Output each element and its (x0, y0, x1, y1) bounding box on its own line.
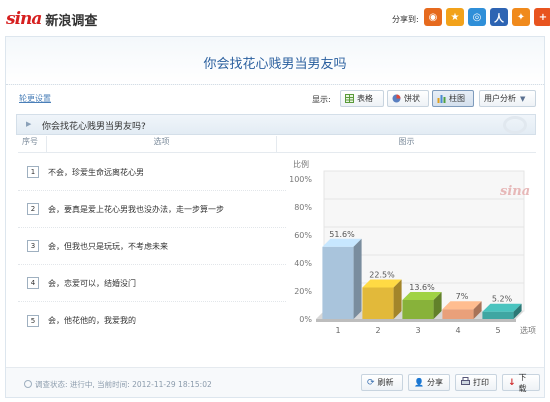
watermark-decoration (503, 116, 527, 134)
bar-value-label: 51.6% (329, 230, 355, 239)
title-band: 你会找花心贱男当男友吗 (6, 37, 544, 85)
download-button[interactable]: ↓ 下载 (502, 372, 540, 393)
option-number: 3 (27, 240, 39, 252)
survey-status: 调查状态: 进行中, 当前时间: 2012-11-29 18:15:02 (24, 379, 212, 390)
survey-frame: 你会找花心贱男当男友吗 轮更设置 显示: 表格 饼状 柱图 用户分析 ▼ ▶ 你… (5, 36, 545, 398)
pie-view-button[interactable]: 饼状 (387, 90, 429, 107)
bar-view-label: 柱图 (449, 94, 465, 103)
chart-watermark: sina (500, 184, 530, 199)
display-label: 显示: (312, 95, 331, 104)
favorite-star-icon[interactable]: ★ (446, 8, 464, 26)
column-index-label: 序号 (22, 137, 38, 146)
y-tick-label: 20% (294, 287, 312, 296)
download-label: 下载 (518, 372, 527, 393)
option-number: 1 (27, 166, 39, 178)
pie-view-label: 饼状 (404, 94, 420, 103)
x-tick-label: 3 (415, 326, 420, 335)
print-button[interactable]: 打印 (455, 374, 497, 391)
column-option-label: 选项 (153, 137, 170, 146)
bar-chart: 0% 20% 40% 60% 80% 100% 比例 sina 51.6% 1 22.5% 2 13.6… (289, 159, 536, 335)
bar-value-label: 7% (456, 292, 469, 301)
option-number: 5 (27, 314, 39, 327)
option-number: 4 (27, 277, 39, 289)
refresh-icon: ⟳ (367, 377, 375, 388)
bar-chart-icon (437, 94, 446, 103)
share-icons: ◉ ★ ◎ 人 ✦ + (424, 8, 550, 26)
option-row: 1 不会，珍爱生命远离花心男 (18, 154, 286, 191)
refresh-button[interactable]: ⟳ 刷新 (361, 374, 403, 391)
chevron-down-icon: ▼ (520, 94, 526, 103)
settings-link[interactable]: 轮更设置 (19, 93, 51, 104)
y-axis-label: 比例 (293, 159, 309, 169)
x-axis-label: 选项 (520, 325, 536, 335)
question-text: 你会找花心贱男当男友吗? (42, 122, 146, 132)
qzone-icon[interactable]: ◎ (468, 8, 486, 26)
option-text: 会，要真是爱上花心男我也没办法，走一步算一步 (48, 204, 224, 214)
sina-logo-text: sina (6, 9, 42, 29)
expand-arrow-icon[interactable]: ▶ (26, 120, 31, 128)
bar-view-button[interactable]: 柱图 (432, 90, 474, 107)
bar-value-label: 22.5% (369, 271, 395, 280)
bar (442, 309, 474, 319)
print-label: 打印 (473, 378, 489, 387)
x-tick-label: 4 (455, 326, 460, 335)
share-label-btn: 分享 (426, 378, 443, 387)
page-title: 你会找花心贱男当男友吗 (203, 57, 347, 72)
option-number: 2 (27, 203, 39, 215)
refresh-label: 刷新 (377, 378, 394, 387)
x-tick-label: 2 (375, 326, 380, 335)
share-button[interactable]: 👤 分享 (408, 374, 450, 391)
status-text: 调查状态: 进行中, 当前时间: 2012-11-29 18:15:02 (35, 380, 212, 389)
y-tick-label: 60% (294, 231, 312, 240)
y-tick-label: 40% (294, 259, 312, 268)
top-bar: sina 新浪调查 分享到: ◉ ★ ◎ 人 ✦ + (0, 0, 550, 36)
share-label: 分享到: (392, 15, 419, 24)
question-bar[interactable]: ▶ 你会找花心贱男当男友吗? (16, 114, 536, 135)
column-header-option: 选项 (46, 136, 276, 153)
x-tick-label: 1 (335, 326, 340, 335)
kaixin-icon[interactable]: ✦ (512, 8, 530, 26)
bar (402, 299, 434, 319)
user-analysis-button[interactable]: 用户分析 ▼ (479, 90, 536, 107)
share-user-icon: 👤 (414, 378, 424, 387)
option-text: 会，但我也只是玩玩，不考虑未来 (48, 241, 168, 251)
sina-logo[interactable]: sina 新浪调查 (6, 9, 97, 29)
bar (362, 287, 394, 319)
chart-floor-edge (316, 319, 516, 322)
y-tick-label: 80% (294, 203, 312, 212)
bar (322, 246, 354, 319)
y-tick-label: 100% (289, 175, 312, 184)
download-icon: ↓ (508, 377, 516, 388)
column-chart-label: 图示 (398, 137, 415, 146)
option-text: 不会，珍爱生命远离花心男 (48, 167, 144, 177)
bar (482, 311, 514, 319)
site-title: 新浪调查 (45, 13, 98, 29)
table-view-label: 表格 (357, 94, 373, 103)
column-header-index: 序号 (18, 136, 46, 153)
table-view-button[interactable]: 表格 (340, 90, 384, 107)
table-icon (345, 94, 354, 103)
renren-icon[interactable]: 人 (490, 8, 508, 26)
pie-chart-icon (392, 94, 401, 103)
user-analysis-label: 用户分析 (484, 94, 516, 103)
bar-side (353, 238, 362, 319)
status-clock-icon (24, 380, 32, 388)
column-header-chart: 图示 (276, 136, 536, 153)
option-row: 4 会，恋爱可以，结婚没门 (18, 265, 286, 302)
weibo-icon[interactable]: ◉ (424, 8, 442, 26)
bar-value-label: 13.6% (409, 283, 435, 292)
print-icon (461, 377, 470, 388)
option-row: 3 会，但我也只是玩玩，不考虑未来 (18, 228, 286, 265)
plus-icon[interactable]: + (534, 8, 550, 26)
option-row: 5 会，他花他的，我爱我的 (18, 302, 286, 339)
option-text: 会，恋爱可以，结婚没门 (48, 278, 136, 288)
bar-value-label: 5.2% (492, 295, 513, 304)
footer: 调查状态: 进行中, 当前时间: 2012-11-29 18:15:02 ⟳ 刷… (6, 367, 544, 397)
y-tick-label: 0% (299, 315, 312, 324)
option-row: 2 会，要真是爱上花心男我也没办法，走一步算一步 (18, 191, 286, 228)
x-tick-label: 5 (495, 326, 500, 335)
option-text: 会，他花他的，我爱我的 (48, 316, 136, 325)
